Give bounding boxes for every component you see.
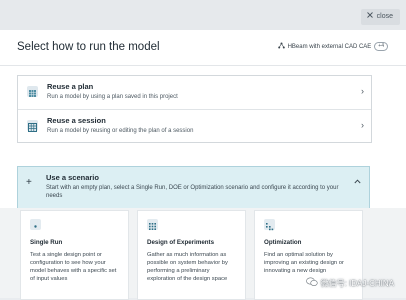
reuse-session-title: Reuse a session	[47, 116, 106, 125]
doe-title: Design of Experiments	[147, 239, 215, 246]
point-icon	[30, 219, 41, 230]
table-icon	[27, 120, 38, 132]
engine-count-badge: +4	[374, 42, 388, 51]
single-run-description: Test a single design point or configurat…	[30, 252, 117, 282]
use-scenario-option[interactable]: + Use a scenario Start with an empty pla…	[17, 166, 370, 209]
plus-icon: +	[26, 177, 32, 188]
single-run-card[interactable]: Single Run Test a single design point or…	[20, 210, 129, 300]
watermark: 微信号: IDAJ-CHINA	[305, 277, 394, 289]
reuse-plan-option[interactable]: Reuse a plan Run a model by using a plan…	[18, 76, 371, 108]
run-model-dialog: Select how to run the model HBeam with e…	[0, 30, 406, 300]
reuse-session-description: Run a model by reusing or editing the pl…	[47, 128, 194, 134]
grid-icon	[147, 219, 158, 230]
reuse-plan-description: Run a model by using a plan saved in thi…	[47, 94, 178, 100]
wechat-icon	[305, 277, 318, 289]
dialog-title: Select how to run the model	[17, 41, 160, 53]
use-scenario-title: Use a scenario	[46, 173, 99, 182]
optimization-icon	[264, 219, 275, 231]
grid-icon	[27, 86, 38, 97]
engine-indicator[interactable]: HBeam with external CAD CAE +4	[277, 42, 388, 51]
doe-card[interactable]: Design of Experiments Gather as much inf…	[137, 210, 246, 300]
use-scenario-description: Start with an empty plan, select a Singl…	[46, 185, 339, 199]
top-bar: close	[0, 0, 406, 30]
header-divider	[0, 65, 406, 66]
doe-description: Gather as much information as possible o…	[147, 252, 228, 282]
optimization-description: Find an optimal solution by improving an…	[264, 252, 344, 274]
close-button[interactable]: close	[360, 9, 400, 25]
chevron-right-icon: ›	[361, 86, 364, 96]
nodes-icon	[277, 42, 285, 51]
optimization-title: Optimization	[264, 239, 302, 246]
x-icon	[366, 9, 373, 25]
chevron-up-icon	[354, 179, 361, 186]
close-label: close	[376, 13, 393, 20]
watermark-text: 微信号: IDAJ-CHINA	[320, 278, 394, 288]
engine-label: HBeam with external CAD CAE	[287, 43, 372, 50]
single-run-title: Single Run	[30, 239, 63, 246]
plan-options: Reuse a plan Run a model by using a plan…	[17, 75, 372, 143]
reuse-plan-title: Reuse a plan	[47, 82, 94, 91]
reuse-session-option[interactable]: Reuse a session Run a model by reusing o…	[18, 109, 371, 142]
chevron-right-icon: ›	[361, 120, 364, 130]
